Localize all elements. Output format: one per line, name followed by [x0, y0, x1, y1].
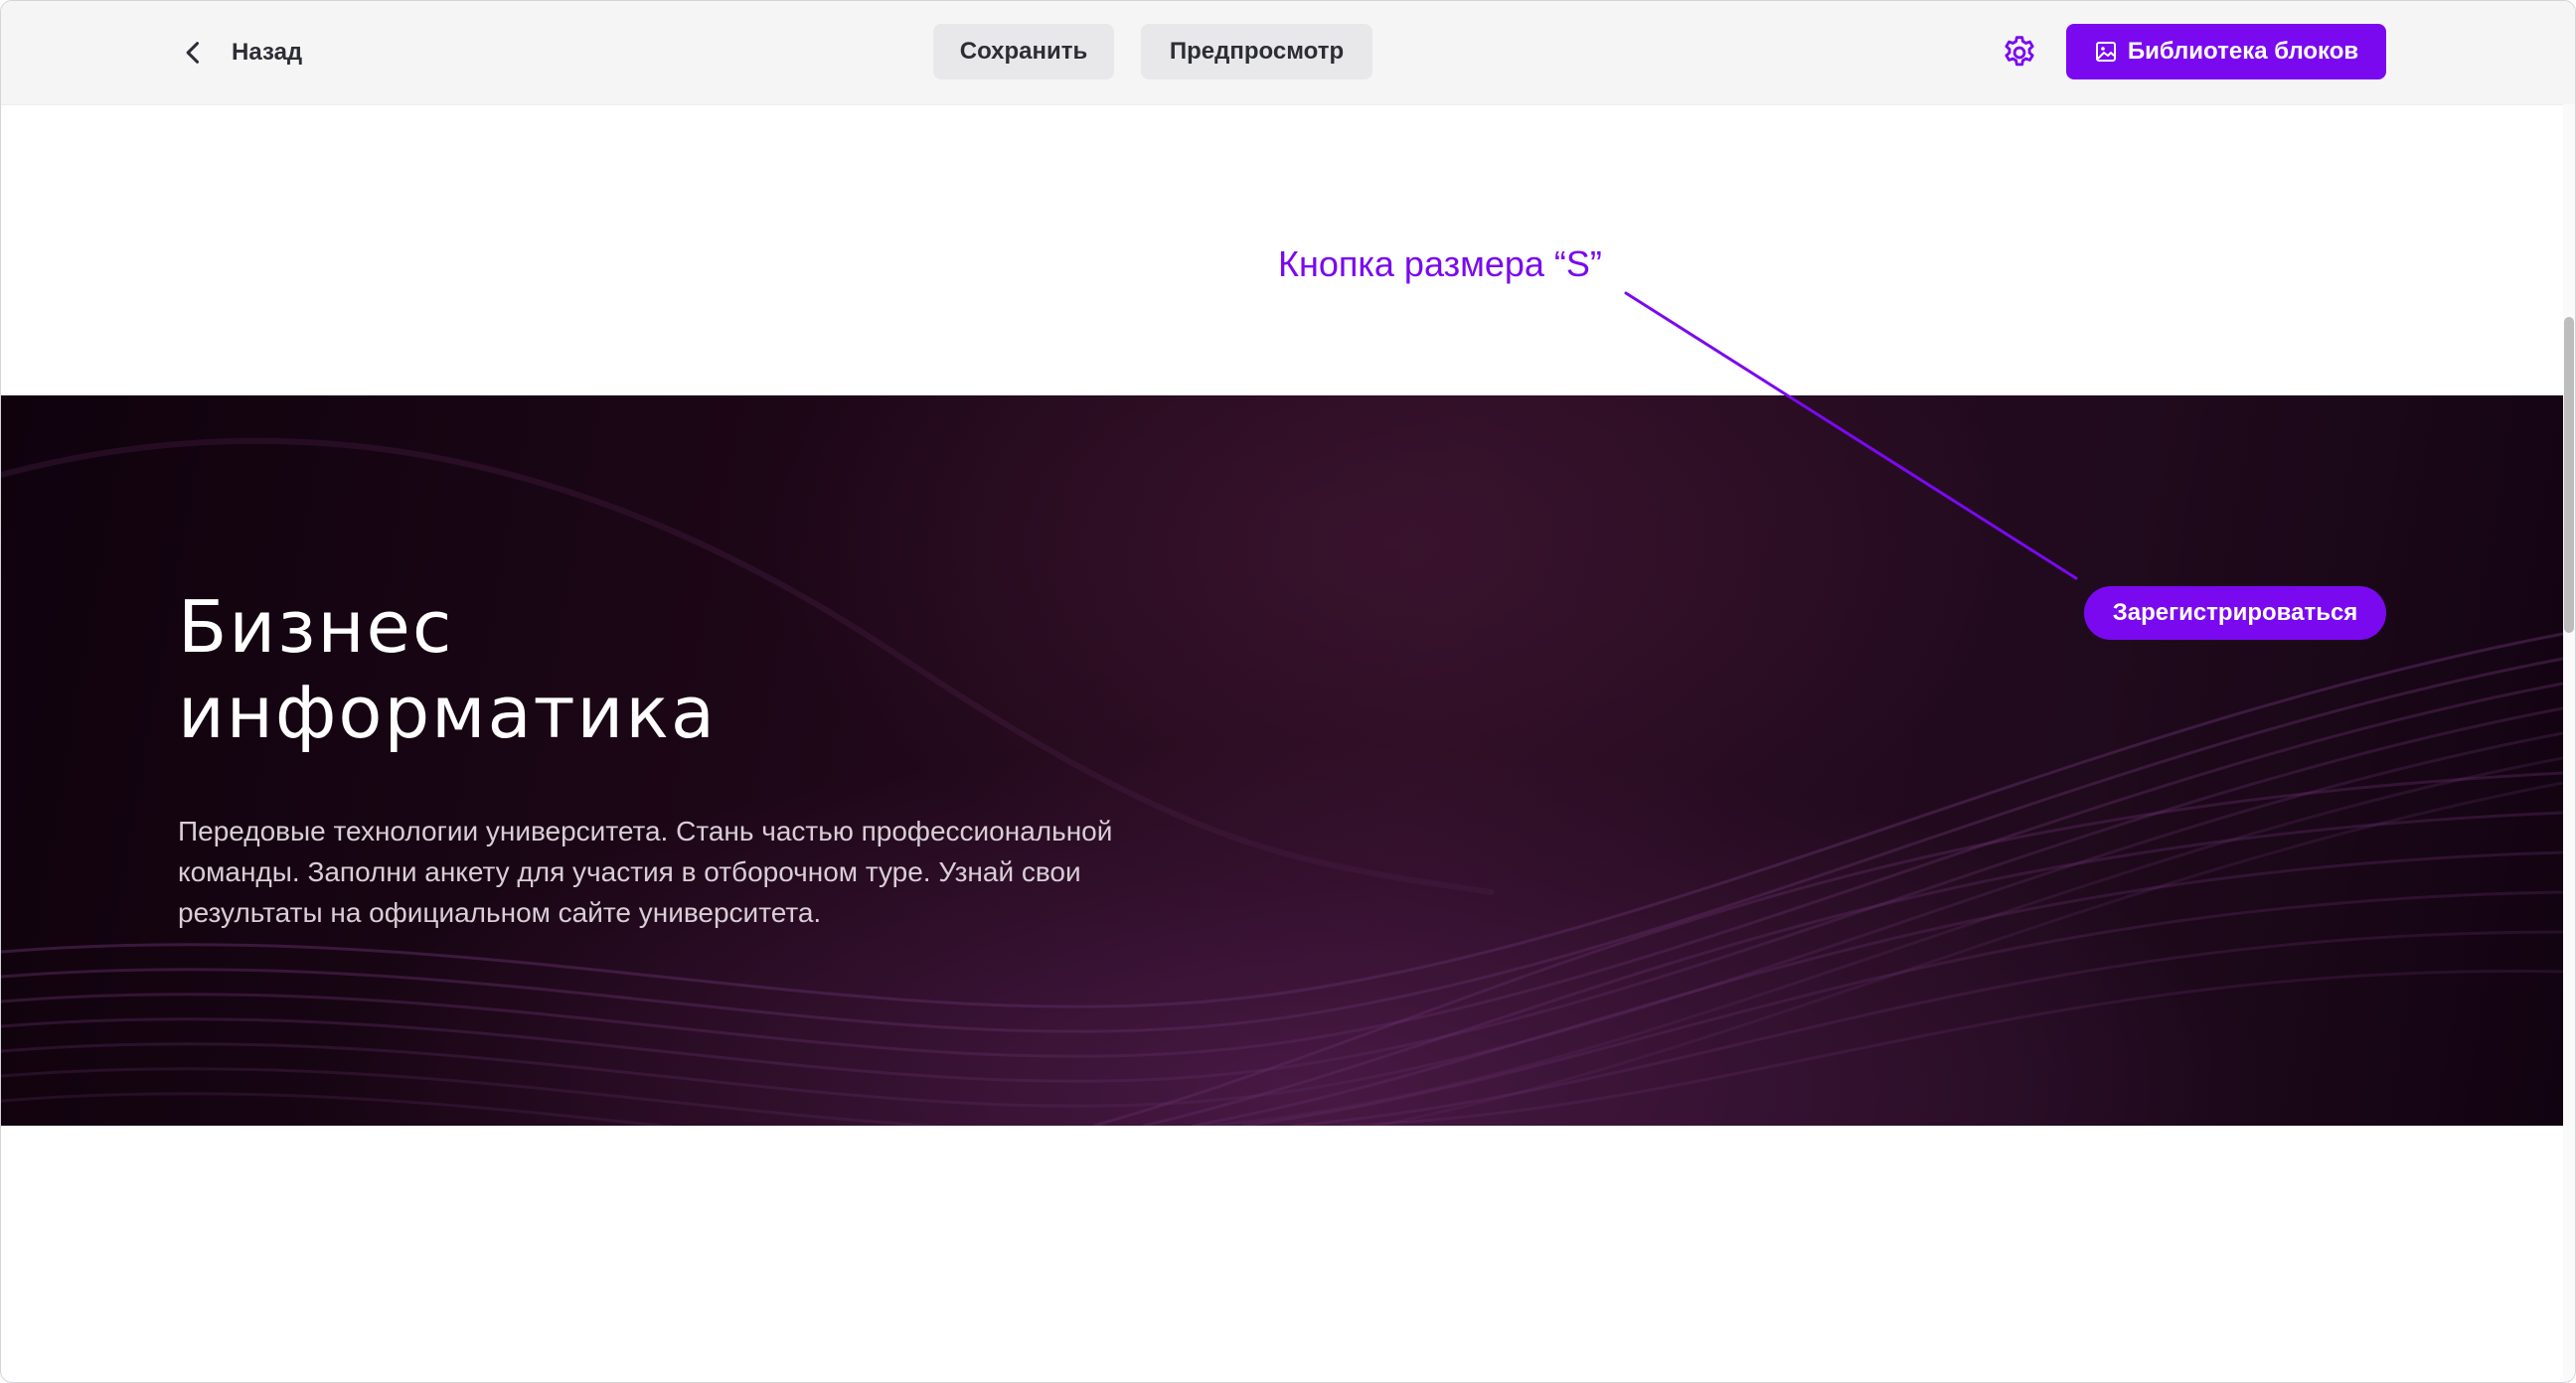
- editor-window: Назад Сохранить Предпросмотр Библиотека …: [0, 0, 2576, 1383]
- hero-title-line-1: Бизнес: [178, 585, 454, 669]
- gear-icon[interactable]: [2001, 34, 2038, 72]
- register-button[interactable]: Зарегистрироваться: [2084, 586, 2386, 640]
- scrollbar-track: [2563, 104, 2575, 1382]
- hero-title: Бизнес информатика: [178, 584, 1072, 755]
- block-library-button[interactable]: Библиотека блоков: [2066, 24, 2386, 79]
- chevron-left-icon: [186, 42, 200, 64]
- image-icon: [2095, 42, 2116, 62]
- scrollbar-thumb[interactable]: [2564, 317, 2574, 633]
- hero-description: Передовые технологии университета. Стань…: [178, 816, 1113, 928]
- save-button[interactable]: Сохранить: [933, 24, 1114, 79]
- preview-button[interactable]: Предпросмотр: [1141, 24, 1372, 79]
- back-button[interactable]: Назад: [180, 31, 302, 75]
- wave-background: [1, 437, 2563, 1126]
- annotation-label: Кнопка размера “S”: [1278, 243, 1602, 284]
- block-library-label: Библиотека блоков: [2127, 38, 2359, 65]
- editor-toolbar: Назад Сохранить Предпросмотр Библиотека …: [1, 1, 2575, 105]
- back-label: Назад: [232, 39, 303, 66]
- hero-banner[interactable]: Бизнес информатика Передовые технологии …: [1, 395, 2563, 1126]
- hero-title-line-2: информатика: [178, 671, 717, 754]
